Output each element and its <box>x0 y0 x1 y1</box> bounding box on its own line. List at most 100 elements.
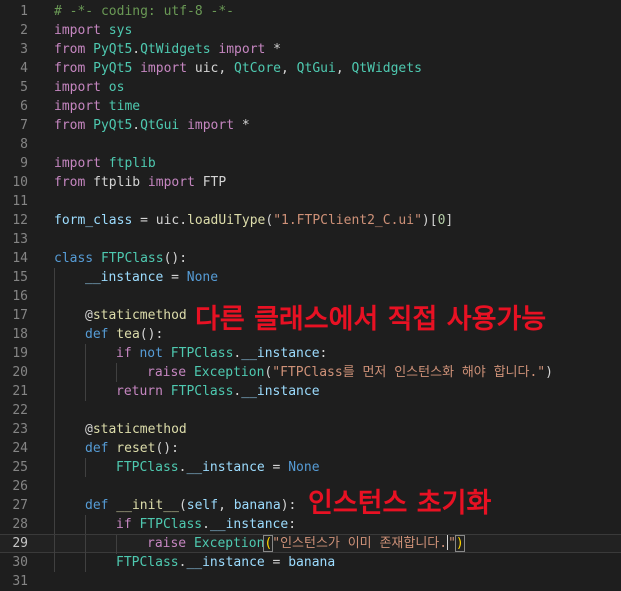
code-token: staticmethod <box>92 422 187 437</box>
code-token: import <box>54 156 101 171</box>
code-token: time <box>100 99 141 114</box>
indent-guide <box>54 306 55 325</box>
code-token: os <box>100 80 125 95</box>
line-number: 12 <box>12 213 28 228</box>
code-line[interactable]: 4 from PyQt5 import uic, QtCore, QtGui, Q… <box>0 59 621 78</box>
code-token: sys <box>100 23 133 38</box>
code-token: __instance <box>186 555 265 570</box>
code-line[interactable]: 24 def reset(): <box>0 439 621 458</box>
line-number: 15 <box>12 270 28 285</box>
code-line[interactable]: 9 import ftplib <box>0 154 621 173</box>
code-text: import ftplib <box>54 154 156 173</box>
indent-guide <box>85 458 86 477</box>
code-line[interactable]: 23 @staticmethod <box>0 420 621 439</box>
code-line[interactable]: 30 FTPClass.__instance = banana <box>0 553 621 572</box>
code-line[interactable]: 6 import time <box>0 97 621 116</box>
code-line[interactable]: 14 class FTPClass(): <box>0 249 621 268</box>
code-line[interactable]: 21 return FTPClass.__instance <box>0 382 621 401</box>
code-token: ) <box>545 365 553 380</box>
code-token: __instance <box>241 384 320 399</box>
line-number: 26 <box>12 479 28 494</box>
code-line[interactable]: 1 # -*- coding: utf-8 -*- <box>0 2 621 21</box>
code-line[interactable]: 15 __instance = None <box>0 268 621 287</box>
code-token: ) <box>454 535 465 552</box>
code-token: import <box>179 118 235 133</box>
code-line[interactable]: 7 from PyQt5.QtGui import * <box>0 116 621 135</box>
line-number: 27 <box>12 498 28 513</box>
code-line[interactable]: 5 import os <box>0 78 621 97</box>
code-token: from <box>54 42 86 57</box>
code-line[interactable]: 11 <box>0 192 621 211</box>
code-token: def <box>85 441 109 456</box>
code-text: import os <box>54 78 124 97</box>
code-token: form_class <box>54 213 133 228</box>
code-token: tea <box>108 327 140 342</box>
code-line[interactable]: 22 <box>0 401 621 420</box>
code-token: , <box>335 61 352 76</box>
indent-guide <box>85 363 86 382</box>
line-number: 8 <box>20 137 28 152</box>
code-token: @ <box>85 422 93 437</box>
code-text: raise Exception("FTPClass를 먼저 인스턴스화 해야 합… <box>147 363 553 382</box>
line-number: 20 <box>12 365 28 380</box>
code-token: FTPClass <box>116 460 179 475</box>
code-token: QtWidgets <box>140 42 211 57</box>
indent-guide <box>54 287 55 306</box>
code-token: banana <box>233 498 281 513</box>
code-line[interactable]: 31 <box>0 572 621 591</box>
indent-guide <box>54 382 55 401</box>
code-line[interactable]: 12 form_class = uic.loadUiType("1.FTPClie… <box>0 211 621 230</box>
code-text: return FTPClass.__instance <box>116 382 320 401</box>
line-number: 11 <box>12 194 28 209</box>
code-token: FTPClass <box>162 384 234 399</box>
code-token: if <box>116 517 132 532</box>
code-line[interactable]: 10 from ftplib import FTP <box>0 173 621 192</box>
indent-guide <box>85 535 86 554</box>
code-token: ftplib <box>85 175 141 190</box>
code-token: return <box>116 384 163 399</box>
indent-guide <box>54 268 55 287</box>
line-number: 9 <box>20 156 28 171</box>
code-line[interactable]: 3 from PyQt5.QtWidgets import * <box>0 40 621 59</box>
indent-guide <box>85 515 86 534</box>
code-token: * <box>234 118 250 133</box>
code-token: if <box>116 346 132 361</box>
code-token: ): <box>280 498 297 513</box>
code-line[interactable]: 8 <box>0 135 621 154</box>
indent-guide <box>54 363 55 382</box>
code-token: "FTPClass를 먼저 인스턴스화 해야 합니다." <box>272 365 546 380</box>
code-token: , <box>218 498 234 513</box>
code-token: FTP <box>194 175 227 190</box>
code-text: from PyQt5.QtGui import * <box>54 116 250 135</box>
code-text: __instance = None <box>85 268 218 287</box>
code-token: : <box>319 346 328 361</box>
code-token: @ <box>85 308 93 323</box>
code-line[interactable]: 19 if not FTPClass.__instance: <box>0 344 621 363</box>
code-token: PyQt5 <box>85 61 133 76</box>
code-token: QtCore <box>234 61 282 76</box>
code-line[interactable]: 2 import sys <box>0 21 621 40</box>
code-token: "1.FTPClient2_C.ui" <box>273 213 422 228</box>
code-token: loadUiType <box>187 213 266 228</box>
code-token: ( <box>265 213 274 228</box>
code-text: if FTPClass.__instance: <box>116 515 296 534</box>
code-text: FTPClass.__instance = banana <box>116 553 335 572</box>
code-line[interactable]: 25 FTPClass.__instance = None <box>0 458 621 477</box>
line-number: 7 <box>20 118 28 133</box>
code-token: QtGui <box>296 61 336 76</box>
code-line[interactable]: 20 raise Exception("FTPClass를 먼저 인스턴스화 해야… <box>0 363 621 382</box>
code-token: )[ <box>421 213 438 228</box>
code-token: banana <box>288 555 336 570</box>
line-number: 17 <box>12 308 28 323</box>
code-token: "인스턴스가 이미 존재합니다. <box>272 536 448 551</box>
code-token: (): <box>139 327 164 342</box>
indent-guide <box>54 553 55 572</box>
code-token: . <box>132 118 141 133</box>
code-token: Exception <box>186 536 265 551</box>
indent-guide <box>54 535 55 554</box>
code-token: def <box>85 498 109 513</box>
line-number: 21 <box>12 384 28 399</box>
code-line[interactable]: 13 <box>0 230 621 249</box>
code-line[interactable]: 29 raise Exception("인스턴스가 이미 존재합니다.") <box>0 534 621 554</box>
line-number: 22 <box>12 403 28 418</box>
